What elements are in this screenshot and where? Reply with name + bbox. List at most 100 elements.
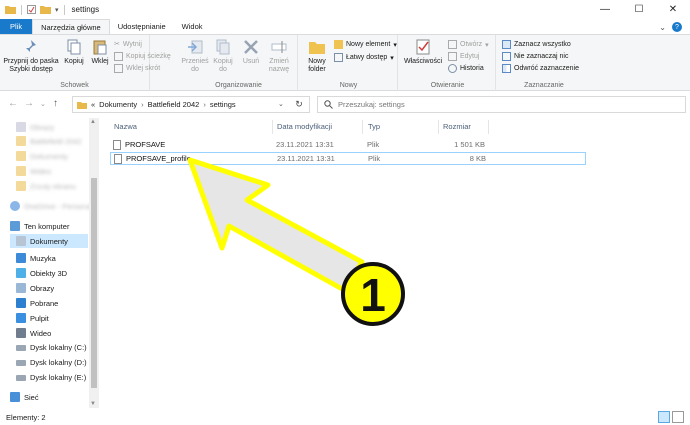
nav-label: Pulpit [30, 313, 49, 323]
tab-share[interactable]: Udostępnianie [110, 19, 174, 34]
edit-button[interactable]: Edytuj [448, 52, 479, 61]
properties-button[interactable]: Właściwości [402, 38, 444, 66]
music-icon [16, 253, 26, 263]
refresh-icon[interactable]: ↻ [290, 97, 308, 111]
nav-item-drive-c[interactable]: Dysk lokalny (C:) [16, 343, 87, 352]
nav-item-3d-objects[interactable]: Obiekty 3D [16, 268, 67, 278]
new-folder-button[interactable]: Nowy folder [302, 38, 332, 74]
chevron-down-icon[interactable]: ⌄ [659, 23, 666, 32]
separator [21, 4, 22, 15]
nav-item-network[interactable]: Sieć [10, 392, 39, 402]
select-all-icon [502, 40, 511, 49]
nav-item-pictures[interactable]: Obrazy [16, 283, 54, 293]
paste-shortcut-button[interactable]: Wklej skrót [114, 64, 160, 73]
nav-item-drive-e[interactable]: Dysk lokalny (E:) [16, 373, 86, 382]
nav-label: Battlefield 2042 [30, 136, 82, 146]
column-header-size[interactable]: Rozmiar [443, 122, 471, 131]
table-row[interactable]: PROFSAVE 23.11.2021 13:31 Plik 1 501 KB [110, 139, 586, 152]
select-none-button[interactable]: Nie zaznaczaj nic [502, 52, 568, 61]
chevron-down-icon: ▾ [393, 41, 397, 49]
tab-home[interactable]: Narzędzia główne [32, 19, 110, 34]
copy-path-icon [114, 52, 123, 61]
column-header-type[interactable]: Typ [368, 122, 380, 131]
easy-access-label: Łatwy dostęp [346, 54, 388, 61]
help-icon[interactable]: ? [672, 22, 682, 32]
copy-path-button[interactable]: Kopiuj ścieżkę [114, 52, 171, 61]
chevron-down-icon[interactable]: ⌄ [278, 100, 284, 108]
copy-to-button[interactable]: Kopiuj do [210, 38, 236, 74]
column-header-name[interactable]: Nazwa [114, 122, 137, 131]
documents-icon [16, 236, 26, 246]
copy-button[interactable]: Kopiuj [62, 38, 86, 66]
easy-access-button[interactable]: Łatwy dostęp ▾ [334, 53, 394, 62]
separator [63, 4, 65, 15]
column-divider[interactable] [488, 120, 489, 134]
close-button[interactable]: ✕ [656, 0, 690, 19]
breadcrumb-separator: › [203, 100, 206, 109]
nav-item-videos[interactable]: Wideo [16, 328, 51, 338]
large-icons-view-icon[interactable] [672, 411, 684, 423]
nav-item-blurred[interactable]: Obrazy [16, 122, 54, 132]
chevron-down-icon[interactable]: ⌄ [40, 100, 46, 108]
pin-icon [24, 40, 36, 54]
table-row[interactable]: PROFSAVE_profile 23.11.2021 13:31 Plik 8… [110, 152, 586, 165]
nav-item-this-pc[interactable]: Ten komputer [10, 221, 69, 231]
nav-item-onedrive[interactable]: OneDrive - Personal [10, 201, 92, 211]
paste-shortcut-label: Wklej skrót [126, 65, 161, 72]
properties-icon[interactable] [27, 5, 36, 14]
nav-item-drive-d[interactable]: Dysk lokalny (D:) [16, 358, 87, 367]
details-view-icon[interactable] [658, 411, 670, 423]
move-to-button[interactable]: Przenieś do [181, 38, 209, 74]
nav-item-blurred[interactable]: Battlefield 2042 [16, 136, 82, 146]
nav-scrollbar[interactable]: ▲ ▼ [89, 118, 99, 408]
nav-item-blurred[interactable]: Wideo [16, 166, 51, 176]
new-item-button[interactable]: Nowy element ▾ [334, 40, 397, 49]
back-arrow-icon[interactable]: ← [8, 98, 18, 109]
video-icon [16, 328, 26, 338]
nav-item-desktop[interactable]: Pulpit [16, 313, 49, 323]
delete-button[interactable]: Usuń [240, 38, 262, 66]
history-button[interactable]: Historia [448, 64, 484, 73]
minimize-button[interactable]: — [588, 0, 622, 19]
window-controls: — ☐ ✕ [588, 0, 690, 19]
new-folder-icon[interactable] [40, 5, 51, 14]
up-arrow-icon[interactable]: ↑ [53, 98, 58, 109]
maximize-button[interactable]: ☐ [622, 0, 656, 19]
paste-shortcut-icon [114, 64, 123, 73]
address-bar[interactable]: « Dokumenty › Battlefield 2042 › setting… [72, 96, 310, 113]
pin-quick-access-button[interactable]: Przypnij do paska Szybki dostęp [2, 38, 60, 74]
search-input[interactable]: Przeszukaj: settings [317, 96, 686, 113]
drive-icon [16, 374, 26, 381]
scroll-up-icon[interactable]: ▲ [90, 119, 96, 125]
column-divider[interactable] [438, 120, 439, 134]
column-divider[interactable] [272, 120, 273, 134]
nav-item-downloads[interactable]: Pobrane [16, 298, 58, 308]
paste-button[interactable]: Wklej [88, 38, 112, 66]
breadcrumb-settings[interactable]: settings [210, 100, 236, 109]
scrollbar-thumb[interactable] [91, 178, 97, 388]
nav-item-music[interactable]: Muzyka [16, 253, 56, 263]
file-list: Nazwa Data modyfikacji Typ Rozmiar PROFS… [100, 116, 690, 410]
select-all-button[interactable]: Zaznacz wszystko [502, 40, 571, 49]
nav-item-documents[interactable]: Dokumenty [10, 234, 88, 248]
chevron-down-icon[interactable]: ▾ [55, 6, 59, 14]
breadcrumb-battlefield[interactable]: Battlefield 2042 [148, 100, 200, 109]
rename-button[interactable]: Zmień nazwę [266, 38, 292, 74]
forward-arrow-icon[interactable]: → [24, 98, 34, 109]
ribbon-tabs: Plik Narzędzia główne Udostępnianie Wido… [0, 19, 690, 34]
breadcrumb-documents[interactable]: Dokumenty [99, 100, 137, 109]
cut-button[interactable]: ✂ Wytnij [114, 40, 142, 49]
nav-item-blurred[interactable]: Dokumenty [16, 151, 68, 161]
tab-view[interactable]: Widok [174, 19, 211, 34]
pictures-icon [16, 283, 26, 293]
tab-file[interactable]: Plik [0, 19, 33, 34]
overflow-chevron[interactable]: « [91, 100, 95, 109]
open-button[interactable]: Otwórz ▾ [448, 40, 489, 49]
column-divider[interactable] [362, 120, 363, 134]
file-size: 1 501 KB [454, 140, 485, 149]
invert-selection-button[interactable]: Odwróć zaznaczenie [502, 64, 579, 73]
nav-item-blurred[interactable]: Zrzuty ekranu [16, 181, 76, 191]
group-label: Organizowanie [215, 82, 262, 89]
column-header-date[interactable]: Data modyfikacji [277, 122, 332, 131]
scroll-down-icon[interactable]: ▼ [90, 401, 96, 407]
